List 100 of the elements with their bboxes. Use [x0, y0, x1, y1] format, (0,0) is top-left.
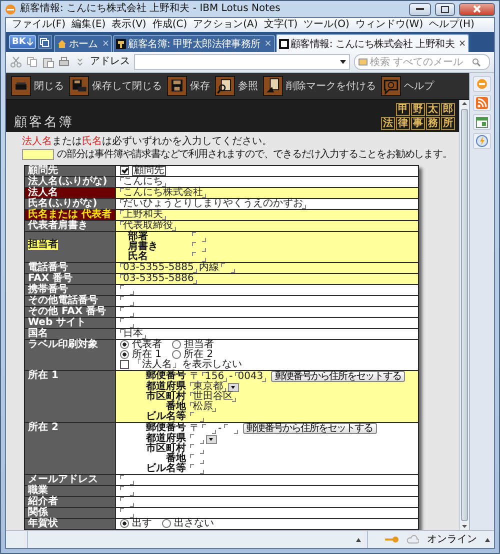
close-button[interactable]: [459, 2, 495, 16]
input-field[interactable]: [120, 307, 134, 318]
checkbox[interactable]: [120, 360, 129, 370]
input-field[interactable]: [190, 444, 204, 454]
radio-button[interactable]: [120, 350, 129, 360]
input-field[interactable]: [190, 454, 204, 464]
activity-button[interactable]: [473, 133, 491, 149]
input-field[interactable]: 世田谷区: [190, 392, 236, 402]
dropdown-arrow-icon[interactable]: [340, 60, 346, 64]
field-label: 担当者: [28, 240, 58, 250]
calendar-button[interactable]: [473, 114, 491, 130]
feed-button[interactable]: [473, 95, 491, 111]
input-field[interactable]: [120, 318, 134, 328]
set-address-button[interactable]: 郵便番号から住所をセットする: [242, 423, 377, 434]
input-field[interactable]: [220, 263, 235, 274]
field-label: ビル名等: [146, 412, 186, 422]
input-field[interactable]: こんにち: [120, 177, 166, 188]
caret-icon[interactable]: [356, 538, 361, 542]
notice-text: の部分は事件簿や請求書などで利用されますので、できるだけ入力することをお勧めします。: [57, 149, 452, 160]
field-label: 法人名: [25, 188, 115, 198]
action-button[interactable]: 削除マークを付ける: [263, 76, 376, 96]
menu-item[interactable]: ツール(O): [304, 19, 350, 31]
menu-item[interactable]: 編集(E): [72, 19, 106, 31]
print-icon[interactable]: [58, 56, 70, 68]
input-field[interactable]: [190, 464, 204, 474]
input-field[interactable]: 日本: [120, 329, 146, 340]
menu-item[interactable]: アクション(A): [193, 19, 258, 31]
field-label: ビル名等: [145, 464, 186, 474]
action-button[interactable]: 保存: [167, 76, 210, 96]
input-field[interactable]: だいひょうとりしまりやくうえのかずお: [120, 199, 306, 210]
input-field[interactable]: [192, 232, 206, 242]
input-field[interactable]: [120, 508, 134, 518]
logo-icon: [278, 38, 289, 48]
tab[interactable]: 顧客情報: こんにち株式会社 上野和夫 ×: [276, 34, 469, 52]
radio-button[interactable]: [172, 350, 181, 360]
scrollbar[interactable]: [459, 100, 469, 530]
status-text[interactable]: オンライン: [427, 534, 477, 546]
separator: -: [229, 372, 233, 382]
field-label: 顧問先: [25, 166, 115, 176]
input-field[interactable]: 上野和夫: [120, 210, 166, 220]
window-title: 顧客情報: こんにち株式会社 上野和夫 - IBM Lotus Notes: [20, 3, 282, 15]
input-field[interactable]: [120, 296, 134, 306]
radio-button[interactable]: [120, 519, 129, 528]
logo-text: 法律事務所: [381, 117, 455, 130]
search-icon[interactable]: [472, 58, 481, 66]
input-field[interactable]: 代表取締役: [120, 221, 176, 232]
radio-button[interactable]: [172, 340, 181, 350]
tab[interactable]: ホーム ×: [54, 35, 112, 52]
input-field[interactable]: 0043: [234, 372, 266, 382]
set-address-button[interactable]: 郵便番号から住所をセットする: [271, 371, 406, 382]
radio-button[interactable]: [162, 519, 171, 528]
action-button[interactable]: 参照: [215, 76, 258, 96]
input-field[interactable]: 松原: [190, 402, 216, 412]
menu-item[interactable]: ウィンドウ(W): [355, 19, 424, 31]
input-field[interactable]: [192, 242, 206, 252]
postal-mark: 〒: [190, 372, 200, 382]
input-field[interactable]: [190, 412, 204, 422]
menu-item[interactable]: ファイル(F): [12, 19, 66, 31]
menu-item[interactable]: 表示(V): [112, 19, 146, 31]
input-field[interactable]: 156: [202, 372, 228, 382]
caret-icon[interactable]: [485, 538, 490, 542]
input-field[interactable]: 03-5355-5886: [120, 274, 197, 284]
radio-button[interactable]: [120, 340, 129, 350]
dropdown-button[interactable]: [206, 434, 217, 444]
cut-icon[interactable]: [10, 56, 22, 68]
paste-icon[interactable]: [42, 56, 54, 68]
input-field[interactable]: 03-5355-5885: [120, 263, 197, 274]
address-label: アドレス: [90, 56, 130, 68]
input-field[interactable]: [120, 285, 134, 296]
input-field[interactable]: こんにち株式会社: [120, 188, 206, 198]
field-label: 郵便番号: [144, 423, 186, 434]
address-field[interactable]: [134, 54, 350, 70]
input-field[interactable]: [190, 434, 204, 444]
checkbox[interactable]: [120, 166, 129, 175]
house-icon: [56, 39, 67, 49]
magnifier-icon: [215, 76, 235, 96]
minimize-button[interactable]: [409, 2, 431, 16]
maximize-button[interactable]: [435, 2, 455, 16]
option-label: 出す: [132, 518, 152, 530]
separator: -: [218, 424, 222, 434]
chat-icon: [476, 78, 488, 90]
window-list-button[interactable]: [38, 35, 52, 49]
action-button[interactable]: ヘルプ: [381, 76, 434, 96]
bookmark-button[interactable]: BK: [9, 35, 36, 49]
action-button[interactable]: 保存して閉じる: [69, 76, 162, 96]
close-icon: [473, 5, 481, 13]
input-field[interactable]: [120, 475, 134, 486]
input-field[interactable]: [202, 424, 216, 434]
tab[interactable]: 顧客名簿: 甲野太郎法律事務所 ×: [113, 35, 275, 52]
input-field[interactable]: [224, 424, 238, 434]
input-field[interactable]: [120, 497, 134, 508]
menu-item[interactable]: 作成(C): [152, 19, 188, 31]
menu-item[interactable]: 文字(T): [264, 19, 298, 31]
menu-item[interactable]: ヘルプ(H): [429, 19, 474, 31]
search-field[interactable]: 検索 すべてのメール: [354, 54, 490, 70]
action-button[interactable]: 閉じる: [11, 76, 64, 96]
input-field[interactable]: [192, 252, 206, 262]
maximize-icon: [441, 6, 449, 12]
input-field[interactable]: [120, 486, 134, 496]
dropdown-button[interactable]: [228, 382, 239, 392]
